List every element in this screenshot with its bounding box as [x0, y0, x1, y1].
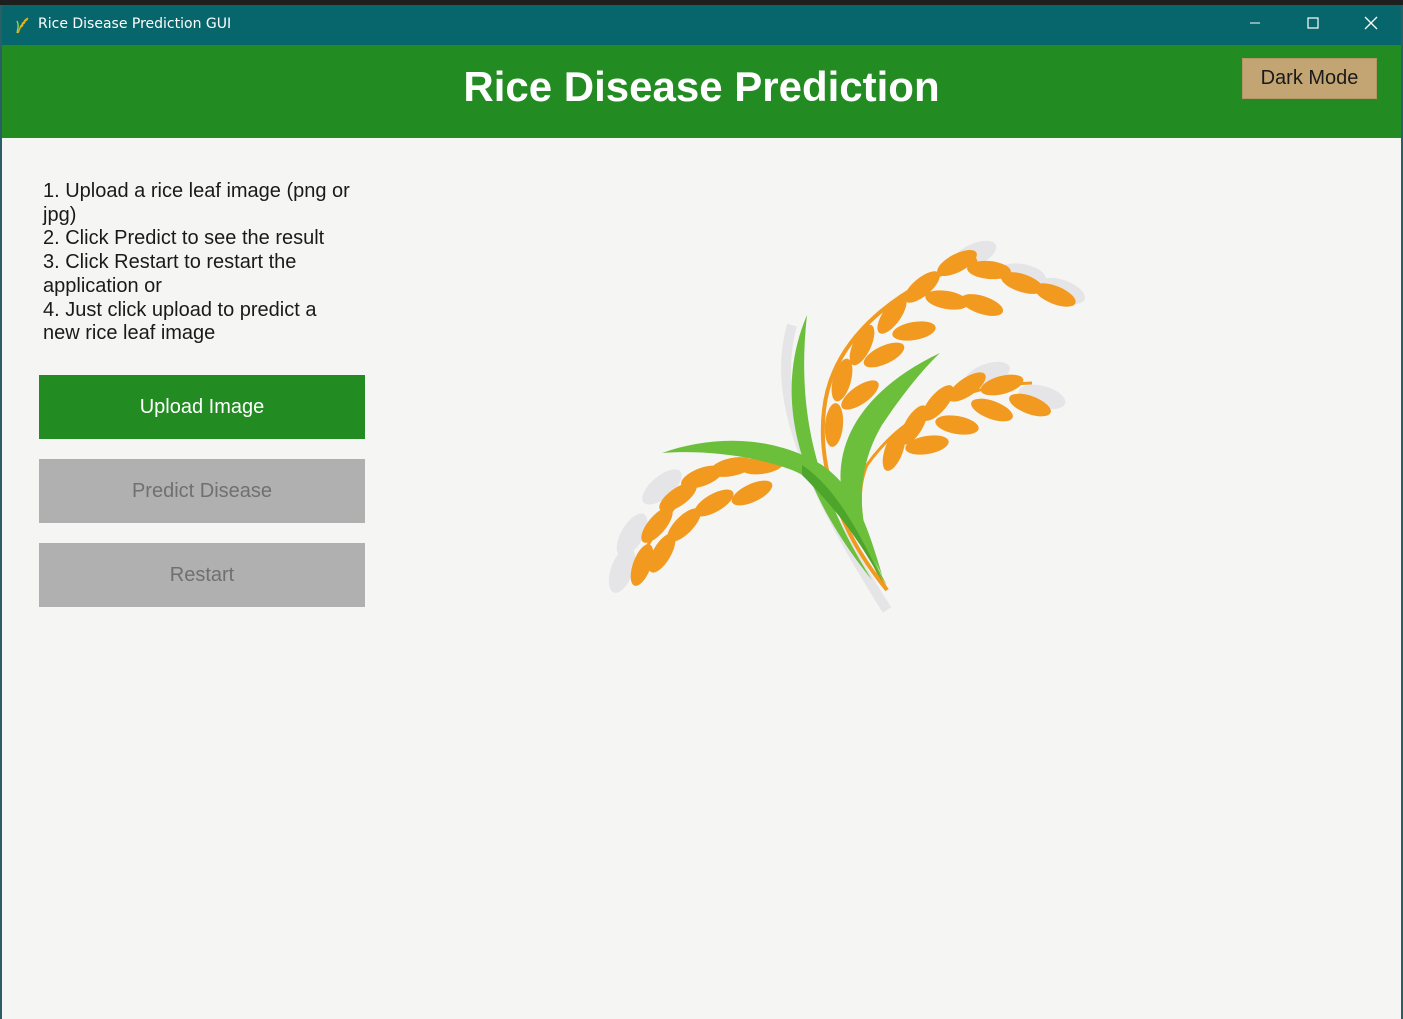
- rice-plant-icon: [14, 16, 32, 34]
- instruction-line: 1. Upload a rice leaf image (png or: [43, 180, 350, 202]
- minimize-button[interactable]: [1226, 5, 1284, 45]
- restart-button[interactable]: Restart: [39, 543, 365, 607]
- app-header: Rice Disease Prediction Dark Mode: [2, 45, 1401, 138]
- maximize-button[interactable]: [1284, 5, 1342, 45]
- title-bar: Rice Disease Prediction GUI: [2, 5, 1401, 45]
- page-title: Rice Disease Prediction: [463, 63, 940, 110]
- dark-mode-button[interactable]: Dark Mode: [1242, 58, 1377, 99]
- instruction-line: 3. Click Restart to restart the: [43, 251, 297, 274]
- instruction-line: 4. Just click upload to predict a: [43, 298, 317, 321]
- rice-stalk-illustration: [602, 234, 1112, 615]
- close-button[interactable]: [1342, 5, 1400, 45]
- instruction-line: new rice leaf image: [43, 322, 216, 345]
- instruction-line: jpg): [43, 203, 77, 226]
- instruction-line: application or: [43, 274, 162, 297]
- close-icon: [1364, 16, 1378, 35]
- minimize-icon: [1249, 16, 1261, 34]
- instructions-text: 1. Upload a rice leaf image (png or jpg)…: [43, 180, 373, 346]
- upload-image-button[interactable]: Upload Image: [39, 375, 365, 439]
- predict-disease-button[interactable]: Predict Disease: [39, 459, 365, 523]
- app-window: Rice Disease Prediction GUI Rice Disease…: [0, 5, 1403, 1019]
- instruction-line: 2. Click Predict to see the result: [43, 227, 325, 250]
- window-title: Rice Disease Prediction GUI: [38, 16, 232, 32]
- maximize-icon: [1307, 16, 1319, 34]
